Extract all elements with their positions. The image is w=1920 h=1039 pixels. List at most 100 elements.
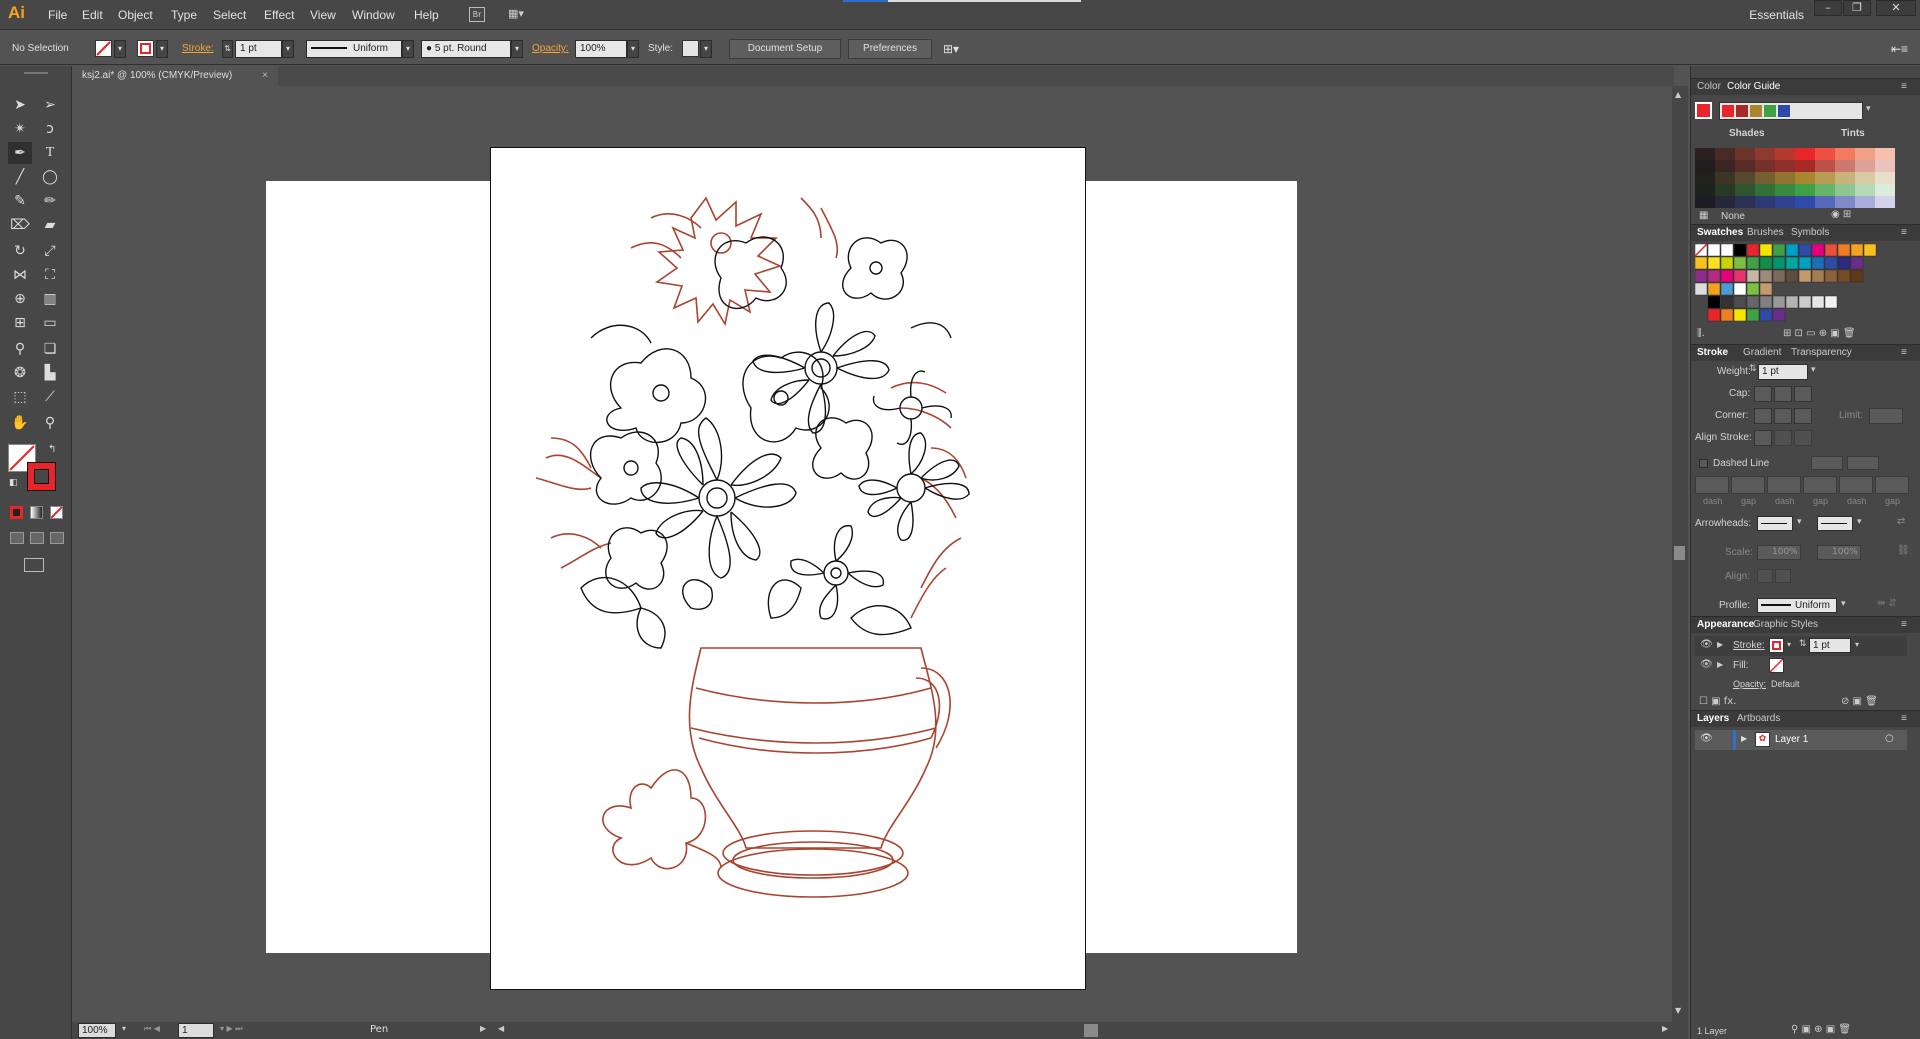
dash-field-3[interactable] [1839,476,1873,494]
layer-name[interactable]: Layer 1 [1775,734,1808,745]
blob-brush-tool-icon[interactable]: ⌦ [8,214,32,236]
appearance-opacity-label[interactable]: Opacity: [1733,679,1766,689]
flip-profile-icon[interactable]: ⇹ ⇵ [1877,598,1897,609]
panel-menu-icon[interactable]: ≡ [1901,617,1907,633]
menu-window[interactable]: Window [352,8,395,22]
gap-field-3[interactable] [1875,476,1909,494]
hand-tool-icon[interactable]: ✋ [8,412,32,434]
align-outside-icon[interactable] [1794,430,1812,446]
appearance-weight-dropdown-icon[interactable]: ▾ [1855,640,1859,649]
menu-edit[interactable]: Edit [82,8,103,22]
dash-field-2[interactable] [1767,476,1801,494]
profile-select[interactable]: Uniform [1757,598,1837,613]
dashed-line-checkbox[interactable] [1699,459,1708,468]
width-tool-icon[interactable]: ⋈ [8,264,32,286]
align-inside-icon[interactable] [1774,430,1792,446]
scroll-up-icon[interactable]: ▲ [1675,90,1681,99]
brush-dropdown-icon[interactable]: ▾ [511,40,523,58]
profile-dropdown-icon[interactable]: ▾ [1841,599,1846,609]
round-cap-icon[interactable] [1774,386,1792,402]
vertical-scrollbar[interactable]: ▲ ▼ [1672,86,1688,1022]
harmony-rules[interactable] [1719,102,1863,120]
menu-view[interactable]: View [310,8,336,22]
preserve-dashes-icon[interactable] [1811,456,1843,470]
shape-builder-tool-icon[interactable]: ⊕ [8,288,32,310]
tab-swatches[interactable]: Swatches [1697,225,1743,241]
expand-arrow-icon[interactable]: ▶ [1717,660,1723,669]
arrange-documents-icon[interactable]: ▦▾ [508,7,538,22]
tab-color[interactable]: Color [1697,79,1721,95]
tab-transparency[interactable]: Transparency [1791,345,1852,361]
zoom-field[interactable]: 100% [78,1023,116,1038]
appearance-opacity-row[interactable]: Opacity: Default [1695,676,1907,692]
line-tool-icon[interactable]: ╱ [8,166,32,188]
save-group-icon[interactable]: ◉ ⊞ [1831,209,1851,220]
restore-icon[interactable]: ❐ [1843,0,1871,16]
zoom-tool-icon[interactable]: ⚲ [38,412,62,434]
stroke-dropdown-icon[interactable]: ▾ [156,40,168,58]
tab-artboards[interactable]: Artboards [1737,711,1780,727]
projecting-cap-icon[interactable] [1794,386,1812,402]
appearance-actions-icon[interactable]: ☐ ▣ fx. [1699,696,1736,707]
pencil-tool-icon[interactable]: ✏ [38,190,62,212]
layers-actions-icon[interactable]: ⚲ ▣ ⊕ ▣ 🗑 [1791,1024,1851,1035]
selection-tool-icon[interactable]: ➤ [8,94,32,116]
next-artboard-icon[interactable]: ▾ ▶ ⏭ [220,1024,242,1034]
color-guide-grid[interactable] [1695,148,1915,210]
panel-menu-icon[interactable]: ⇤≡ [1891,40,1908,58]
bevel-join-icon[interactable] [1794,408,1812,424]
dash-field-1[interactable] [1695,476,1729,494]
paintbrush-tool-icon[interactable]: ✎ [8,190,32,212]
column-graph-tool-icon[interactable]: ▙ [38,362,62,384]
appearance-fill-row[interactable]: 👁 ▶ Fill: [1695,656,1907,676]
gap-field-2[interactable] [1803,476,1837,494]
eraser-tool-icon[interactable]: ▰ [38,214,62,236]
horizontal-scroll-thumb[interactable] [1084,1024,1098,1037]
type-tool-icon[interactable]: T [38,142,62,164]
limit-field[interactable] [1869,408,1903,424]
harmony-dropdown-icon[interactable]: ▾ [1866,104,1871,114]
document-setup-button[interactable]: Document Setup [729,39,841,59]
panel-menu-icon[interactable]: ≡ [1901,711,1907,727]
eyedropper-tool-icon[interactable]: ⚲ [8,338,32,360]
direct-selection-tool-icon[interactable]: ➢ [38,94,62,116]
gradient-mode-icon[interactable] [30,506,43,519]
stroke-weight-dropdown-icon[interactable]: ▾ [282,40,294,58]
lasso-tool-icon[interactable]: ↄ [38,118,62,140]
appearance-delete-icon[interactable]: ⊘ ▣ 🗑 [1841,696,1878,707]
appearance-weight-stepper-icon[interactable]: ⇅ [1799,639,1807,649]
draw-behind-icon[interactable] [30,532,44,544]
stroke-swatch-dropdown-icon[interactable]: ▾ [1787,640,1791,649]
tab-brushes[interactable]: Brushes [1747,225,1784,241]
document-tab[interactable]: ksj2.ai* @ 100% (CMYK/Preview) × [72,66,278,86]
fill-dropdown-icon[interactable]: ▾ [114,40,126,58]
layer-target-icon[interactable]: ○ [1885,733,1894,744]
scroll-down-icon[interactable]: ▼ [1675,1006,1681,1015]
swap-colors-icon[interactable]: ↰ [48,444,56,455]
weight-field[interactable]: 1 pt [1758,364,1808,380]
appearance-stroke-row[interactable]: 👁 ▶ Stroke: ▾ ⇅ 1 pt ▾ [1695,636,1907,656]
zoom-dropdown-icon[interactable]: ▾ [122,1024,126,1033]
scroll-right-icon[interactable]: ▶ [1662,1024,1668,1033]
appearance-stroke-label[interactable]: Stroke: [1733,640,1765,651]
opacity-dropdown-icon[interactable]: ▾ [627,40,639,58]
arrow-tip-at-end-icon[interactable] [1775,569,1791,583]
stroke-swatch[interactable] [137,40,154,57]
profile-dropdown-icon[interactable]: ▾ [402,40,414,58]
variable-width-profile[interactable]: Uniform [306,40,402,58]
layer-expand-icon[interactable]: ▶ [1741,734,1747,743]
layer-visibility-icon[interactable]: 👁 [1700,733,1713,744]
blend-tool-icon[interactable]: ❏ [38,338,62,360]
scroll-left-icon[interactable]: ◀ [498,1024,504,1033]
panel-menu-icon[interactable]: ≡ [1901,225,1907,241]
artboard-number-field[interactable]: 1 [178,1023,214,1038]
gap-field-1[interactable] [1731,476,1765,494]
swatch-grid[interactable] [1694,243,1905,322]
none-mode-icon[interactable] [50,506,63,519]
edit-colors-icon[interactable]: ▦ [1699,210,1708,221]
tab-appearance[interactable]: Appearance [1697,617,1754,633]
align-center-icon[interactable] [1754,430,1772,446]
minimize-icon[interactable]: – [1814,0,1842,16]
fill-none-swatch[interactable] [95,40,112,57]
perspective-grid-tool-icon[interactable]: ▥ [38,288,62,310]
